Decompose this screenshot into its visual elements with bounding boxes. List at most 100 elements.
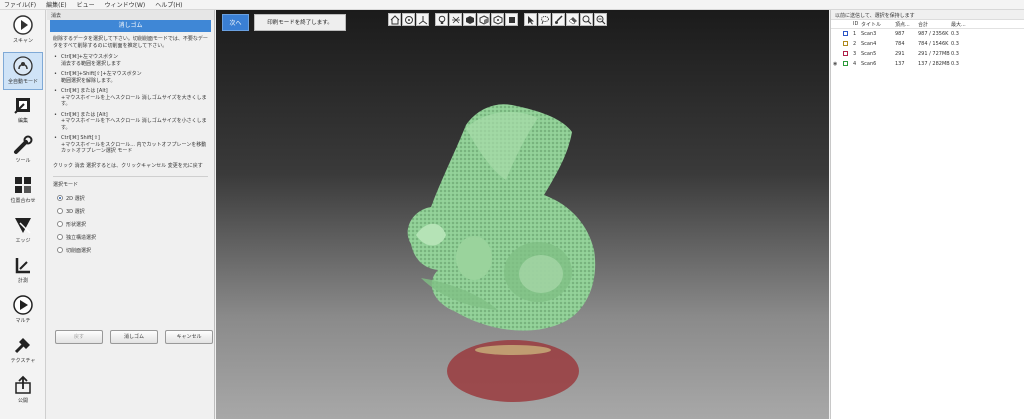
fit-view-icon[interactable] <box>402 13 415 26</box>
row-max: 0.3 <box>951 51 959 57</box>
row-checkbox[interactable] <box>843 50 853 58</box>
radio-dot <box>57 234 63 240</box>
table-row[interactable]: ◉ 4 Scan6 137 137 / 282MB 0.3 <box>831 59 1024 69</box>
scanned-model <box>407 104 596 402</box>
tool-measure[interactable]: 計測 <box>3 252 43 290</box>
cancel-button[interactable]: キャンセル <box>165 330 213 344</box>
brush-select-icon[interactable] <box>552 13 565 26</box>
menu-file[interactable]: ファイル(F) <box>4 0 36 9</box>
edge-icon <box>15 218 31 234</box>
home-view-icon[interactable] <box>388 13 401 26</box>
panel-header: 消去 <box>47 10 214 20</box>
tool-auto-mode[interactable]: 全自動モード <box>3 52 43 90</box>
cube-solid-icon[interactable] <box>463 13 476 26</box>
panel-footnote: クリック 消去 選択するとは、クリックキャンセル 変更を元に戻す <box>53 162 203 169</box>
3d-viewport[interactable]: 次へ 印刷モードを終了します。 <box>216 10 829 419</box>
menu-bar: ファイル(F) 編集(E) ビュー ウィンドウ(W) ヘルプ(H) <box>0 0 1024 10</box>
scan-list-panel: 以前に送信して、選択を保持します ID タイトル 頂点... 合計 最大... … <box>830 10 1024 419</box>
row-checkbox[interactable] <box>843 40 853 48</box>
lasso-select-icon[interactable] <box>538 13 551 26</box>
multi-icon <box>13 295 33 315</box>
row-id: 3 <box>853 51 857 57</box>
col-id[interactable]: ID <box>853 21 861 27</box>
tool-tools[interactable]: ツール <box>3 132 43 170</box>
finish-mode-button[interactable]: 印刷モードを終了します。 <box>254 14 346 31</box>
tool-edit[interactable]: 編集 <box>3 92 43 130</box>
texture-icon <box>14 338 30 354</box>
tool-label: スキャン <box>12 38 33 44</box>
row-verts: 987 <box>895 31 905 37</box>
menu-help[interactable]: ヘルプ(H) <box>155 0 182 9</box>
box-icon[interactable] <box>505 13 518 26</box>
hint-item: Ctrl[⌘] Shift[⇧]+マウスホイールをスクロール... 内でカットオ… <box>54 135 208 155</box>
light-bulb-icon[interactable] <box>435 13 448 26</box>
selection-mode-title: 選択モード <box>53 181 79 188</box>
tools-icon <box>14 135 33 154</box>
row-verts: 784 <box>895 41 905 47</box>
next-button[interactable]: 次へ <box>222 14 249 31</box>
row-max: 0.3 <box>951 41 959 47</box>
col-title[interactable]: タイトル <box>861 21 895 28</box>
hint-item: Ctrl[⌘]+Shift[⇧]+左マウスボタン範囲選択を解除します。 <box>54 71 208 84</box>
menu-edit[interactable]: 編集(E) <box>46 0 66 9</box>
radio-dot <box>57 247 63 253</box>
radio-cut-plane-select[interactable]: 切削面選択 <box>47 244 214 257</box>
green-mesh <box>407 104 596 331</box>
table-row[interactable]: 1 Scan3 987 987 / 2356K 0.3 <box>831 29 1024 39</box>
col-verts[interactable]: 頂点... <box>895 21 918 28</box>
tool-alignment[interactable]: 位置合わせ <box>3 172 43 210</box>
menu-window[interactable]: ウィンドウ(W) <box>105 0 146 9</box>
radio-3d-select[interactable]: 3D 選択 <box>47 205 214 218</box>
scan-play-icon <box>13 15 33 35</box>
table-row[interactable]: 2 Scan4 784 784 / 1546K 0.3 <box>831 39 1024 49</box>
row-title: Scan6 <box>861 61 877 67</box>
view-toolbar <box>388 13 607 26</box>
panel-title: 消しゴム <box>50 20 211 32</box>
col-total[interactable]: 合計 <box>918 21 951 28</box>
radio-independent-select[interactable]: 独立構造選択 <box>47 231 214 244</box>
left-toolbar: スキャン 全自動モード 編集 ツール 位置合わせ エッジ 計測 マルチ テクスチ… <box>0 10 46 419</box>
cube-points-icon[interactable] <box>491 13 504 26</box>
row-total: 291 / 727MB <box>918 51 950 57</box>
row-id: 1 <box>853 31 857 37</box>
hint-item: Ctrl[⌘]+左マウスボタン消去する範囲を選択します <box>54 54 208 67</box>
tool-texture[interactable]: テクスチャ <box>3 332 43 370</box>
hint-item: Ctrl[⌘] または [Alt]+マウスホイールを下へスクロール 消しゴムサイ… <box>54 112 208 132</box>
visibility-eye-icon[interactable]: ◉ <box>833 61 843 67</box>
tool-label: エッジ <box>15 238 31 244</box>
row-total: 784 / 1546K <box>918 41 949 47</box>
axes-icon[interactable] <box>416 13 429 26</box>
tool-scan[interactable]: スキャン <box>3 12 43 50</box>
radio-shape-select[interactable]: 形状選択 <box>47 218 214 231</box>
zoom-in-icon[interactable] <box>580 13 593 26</box>
scan-rows: 1 Scan3 987 987 / 2356K 0.3 2 Scan4 784 784 / 15… <box>831 29 1024 69</box>
row-max: 0.3 <box>951 31 959 37</box>
radio-2d-select[interactable]: 2D 選択 <box>47 192 214 205</box>
color-checkbox-icon <box>843 60 848 66</box>
zoom-out-icon[interactable] <box>594 13 607 26</box>
radio-dot <box>57 221 63 227</box>
panel-description: 削除するデータを選択して下さい。切削削面モードでは、不要なデータをすべて削除する… <box>53 36 208 49</box>
tool-label: 編集 <box>17 118 28 124</box>
table-row[interactable]: 3 Scan5 291 291 / 727MB 0.3 <box>831 49 1024 59</box>
row-checkbox[interactable] <box>843 60 853 68</box>
row-checkbox[interactable] <box>843 30 853 38</box>
tool-label: マルチ <box>15 318 31 324</box>
col-max[interactable]: 最大... <box>951 21 971 28</box>
undo-button[interactable]: 戻す <box>55 330 103 344</box>
tool-edge[interactable]: エッジ <box>3 212 43 250</box>
wireframe-icon[interactable] <box>449 13 462 26</box>
auto-mode-icon <box>13 56 33 76</box>
hint-item: Ctrl[⌘] または [Alt]+マウスホイールを上へスクロール 消しゴムサイ… <box>54 88 208 108</box>
erase-button[interactable]: 消しゴム <box>110 330 158 344</box>
row-verts: 137 <box>895 61 905 67</box>
pointer-select-icon[interactable] <box>524 13 537 26</box>
tool-publish[interactable]: 公開 <box>3 372 43 410</box>
row-id: 2 <box>853 41 857 47</box>
menu-view[interactable]: ビュー <box>77 0 95 9</box>
eraser-icon[interactable] <box>566 13 579 26</box>
publish-icon <box>15 375 31 394</box>
tool-multi[interactable]: マルチ <box>3 292 43 330</box>
cube-shaded-icon[interactable] <box>477 13 490 26</box>
color-checkbox-icon <box>843 40 848 46</box>
